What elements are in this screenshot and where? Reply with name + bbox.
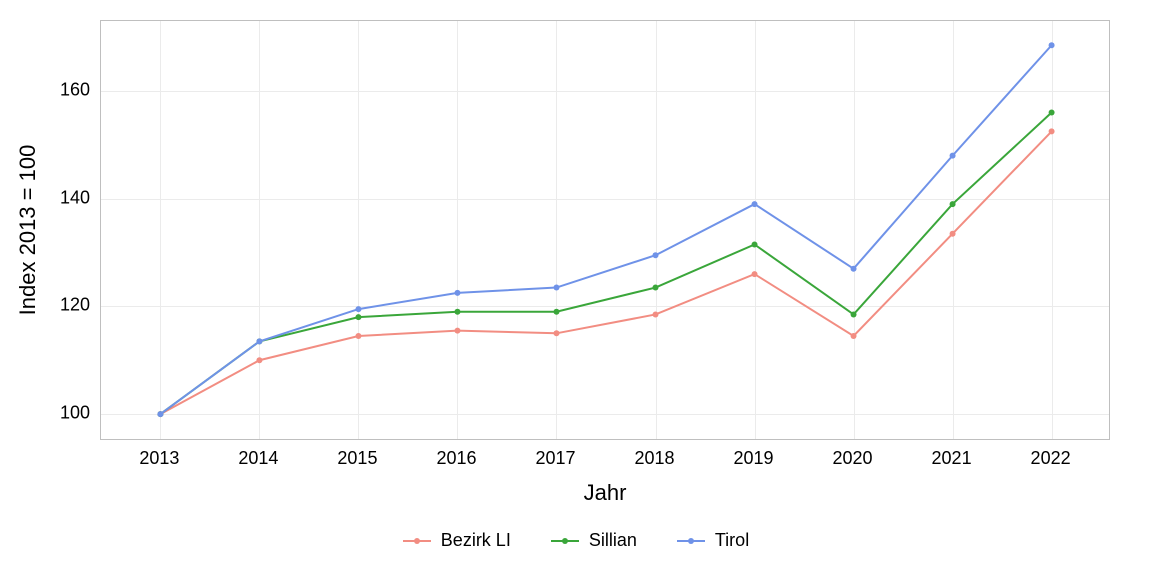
y-tick-label: 120 [30, 295, 90, 316]
series-point [1049, 110, 1055, 116]
series-point [653, 285, 659, 291]
series-point [851, 333, 857, 339]
series-line [160, 45, 1051, 414]
x-tick-label: 2016 [436, 448, 476, 469]
y-tick-label: 100 [30, 403, 90, 424]
series-point [752, 241, 758, 247]
series-point [355, 306, 361, 312]
legend-swatch [403, 534, 431, 548]
plot-area [100, 20, 1110, 440]
series-point [1049, 42, 1055, 48]
series-point [355, 314, 361, 320]
legend-item: Bezirk LI [403, 530, 511, 551]
series-point [950, 153, 956, 159]
legend-label: Tirol [715, 530, 749, 551]
series-point [553, 309, 559, 315]
series-point [950, 231, 956, 237]
legend-label: Sillian [589, 530, 637, 551]
x-tick-label: 2017 [535, 448, 575, 469]
series-point [454, 328, 460, 334]
x-tick-label: 2020 [833, 448, 873, 469]
y-tick-label: 140 [30, 187, 90, 208]
legend-label: Bezirk LI [441, 530, 511, 551]
series-point [752, 271, 758, 277]
series-line [160, 113, 1051, 415]
y-tick-label: 160 [30, 80, 90, 101]
series-point [1049, 128, 1055, 134]
x-tick-label: 2022 [1031, 448, 1071, 469]
series-point [355, 333, 361, 339]
series-line [160, 131, 1051, 414]
legend-item: Sillian [551, 530, 637, 551]
x-tick-label: 2014 [238, 448, 278, 469]
series-point [256, 338, 262, 344]
series-point [256, 357, 262, 363]
series-point [851, 311, 857, 317]
legend-swatch [551, 534, 579, 548]
legend: Bezirk LI Sillian Tirol [0, 530, 1152, 551]
series-point [950, 201, 956, 207]
series-point [653, 311, 659, 317]
x-axis-title: Jahr [584, 480, 627, 506]
series-point [752, 201, 758, 207]
series-point [553, 330, 559, 336]
chart-lines [101, 21, 1109, 439]
legend-swatch [677, 534, 705, 548]
x-tick-label: 2013 [139, 448, 179, 469]
x-tick-label: 2019 [733, 448, 773, 469]
series-point [653, 252, 659, 258]
line-chart: Index 2013 = 100 100 120 140 160 2013 2014 20… [0, 0, 1152, 576]
series-point [851, 266, 857, 272]
series-point [553, 285, 559, 291]
x-tick-label: 2015 [337, 448, 377, 469]
x-tick-label: 2021 [932, 448, 972, 469]
x-tick-label: 2018 [634, 448, 674, 469]
series-point [454, 309, 460, 315]
legend-item: Tirol [677, 530, 749, 551]
y-axis-title: Index 2013 = 100 [15, 145, 41, 316]
series-point [454, 290, 460, 296]
series-point [157, 411, 163, 417]
